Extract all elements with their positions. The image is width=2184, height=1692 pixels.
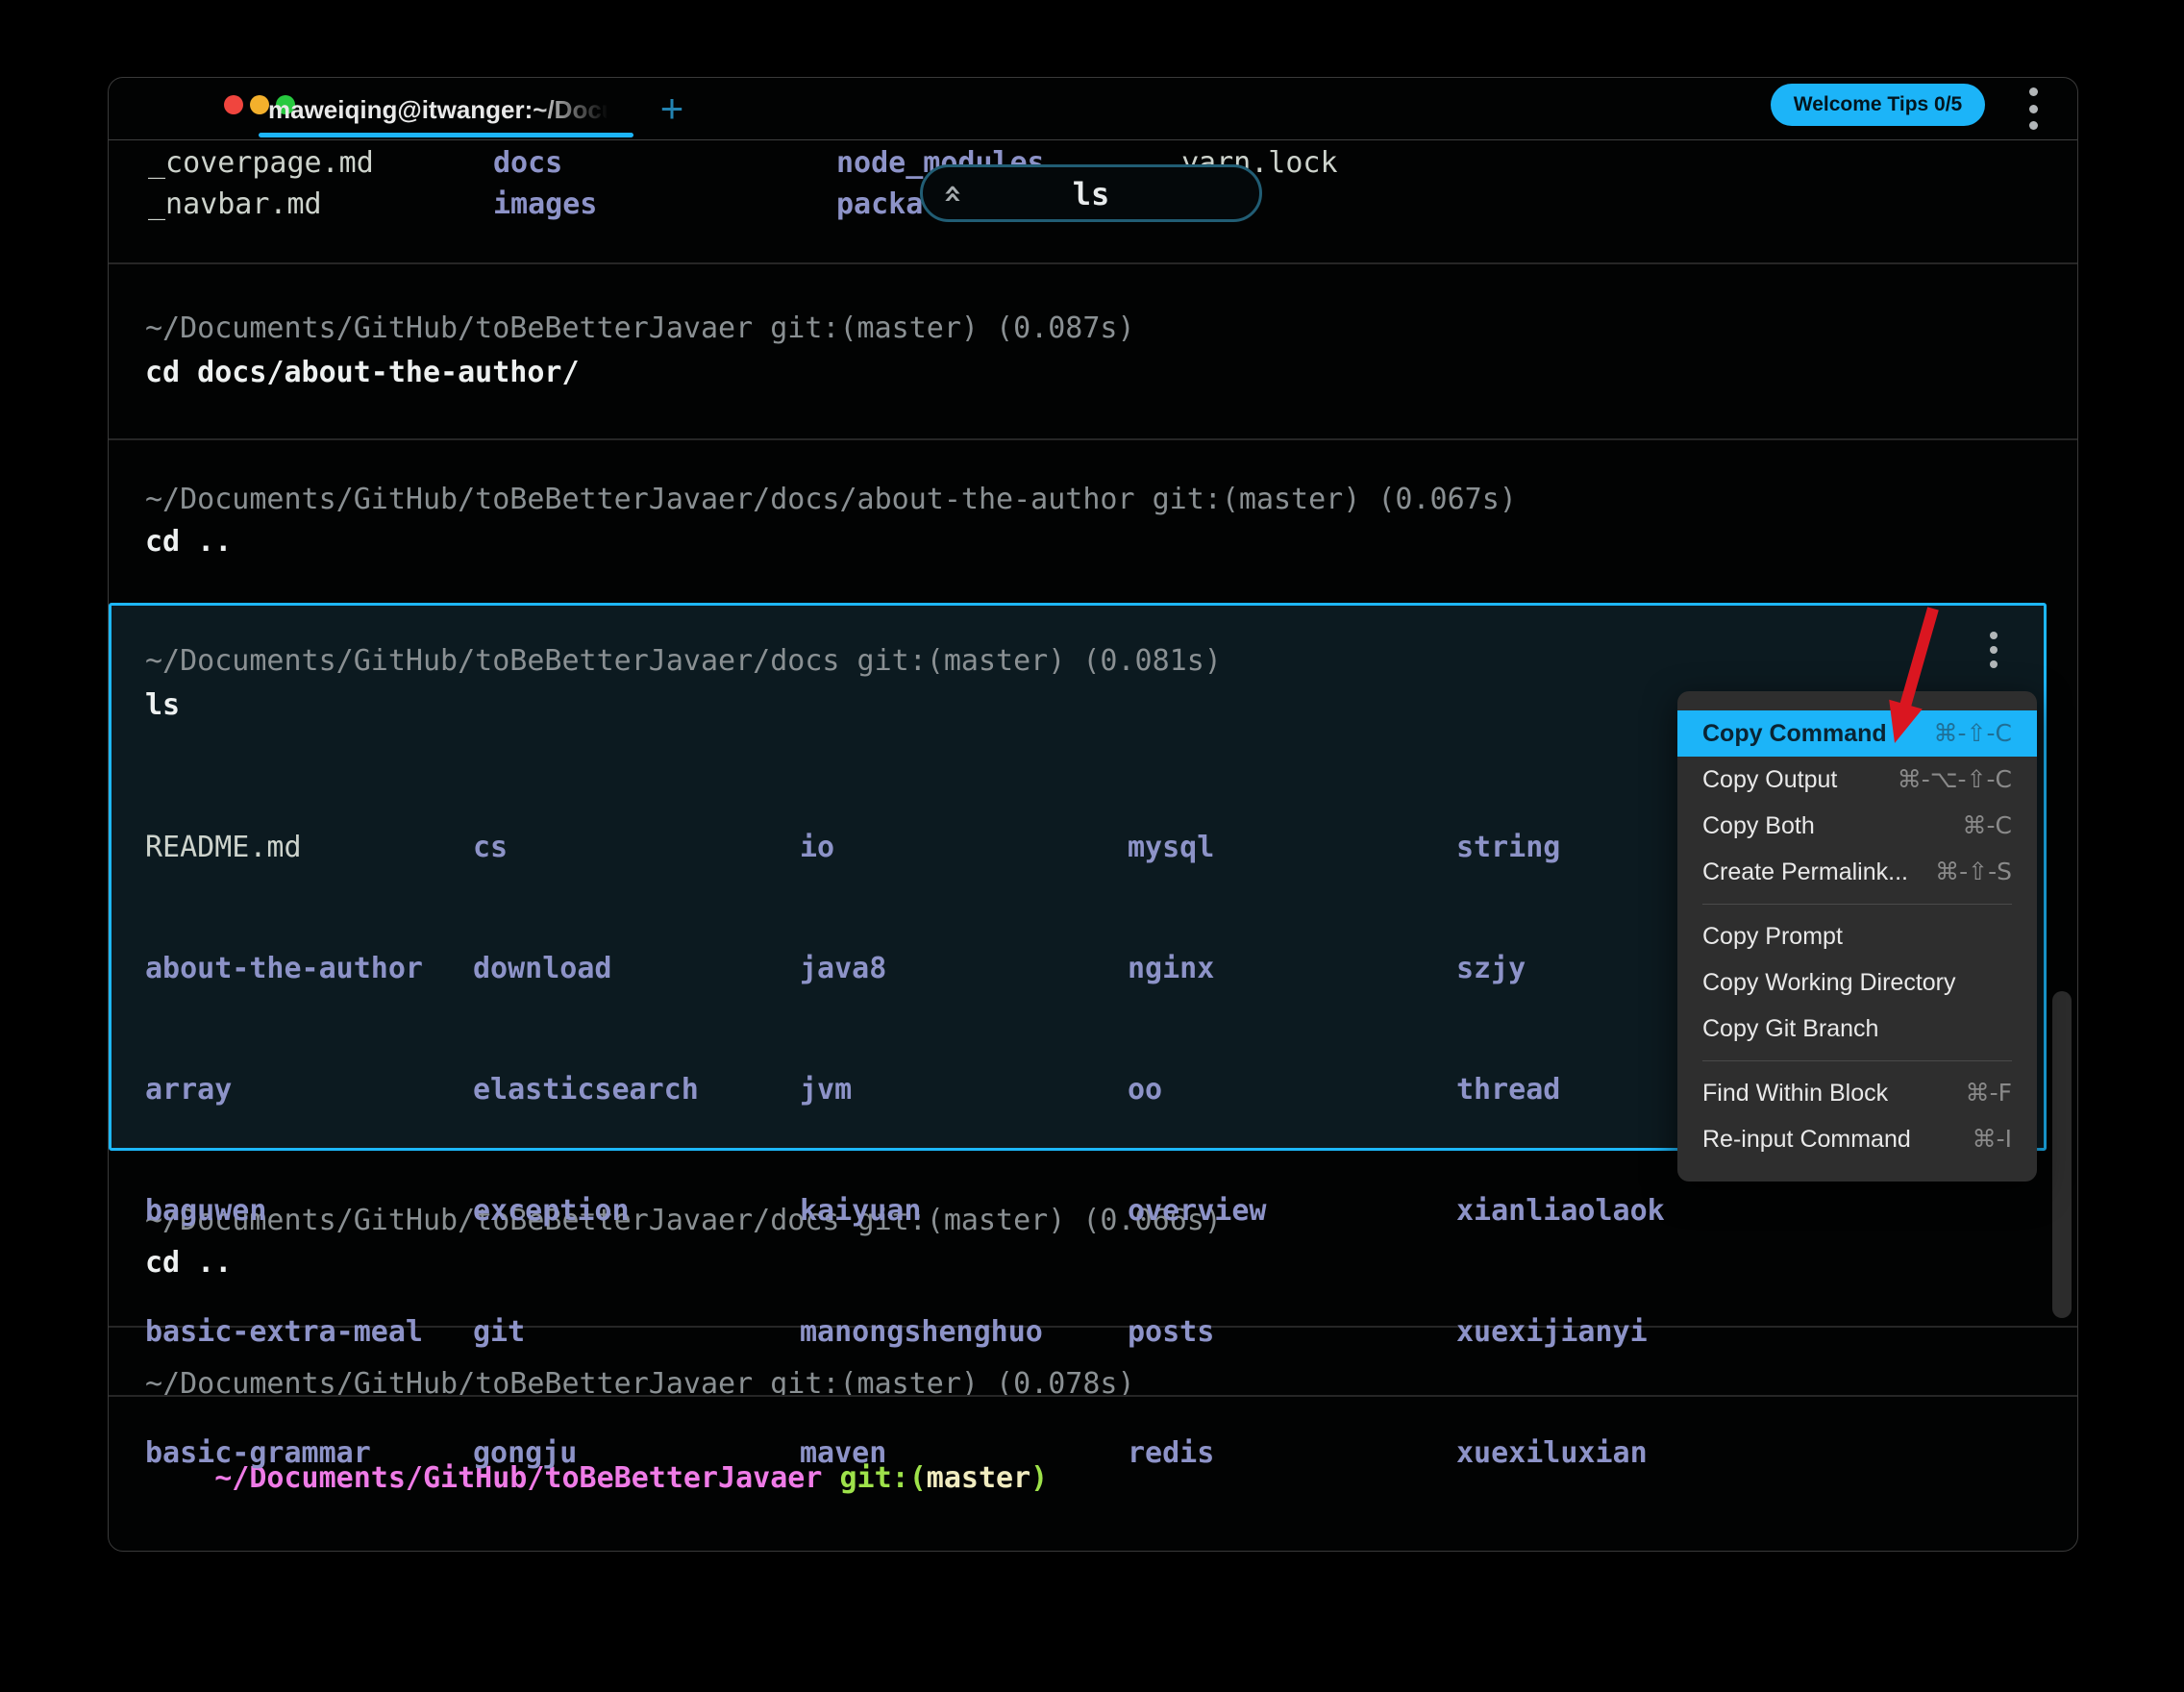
menu-item-label: Copy Command xyxy=(1702,710,1887,757)
ls-entry: nginx xyxy=(1128,949,1302,989)
ls-entry: download xyxy=(473,949,699,989)
ls-entry: overview xyxy=(1128,1191,1302,1232)
command-suggestion-pill[interactable]: « ls xyxy=(920,164,1262,222)
ls-entry: xuexijianyi xyxy=(1456,1312,1665,1353)
ls-entry: oo xyxy=(1128,1070,1302,1110)
ls-column: io java8 jvm kaiyuan manongshenghuo mave… xyxy=(800,747,1043,1552)
ls-entry: jvm xyxy=(800,1070,1043,1110)
menu-item-shortcut: ⌘-F xyxy=(1966,1070,2012,1116)
menu-item-label: Copy Both xyxy=(1702,803,1815,849)
menu-item-shortcut: ⌘-I xyxy=(1973,1116,2012,1162)
ls-entry: _coverpage.md xyxy=(148,143,374,184)
block-command: cd docs/about-the-author/ xyxy=(145,353,580,393)
new-tab-button[interactable]: + xyxy=(653,84,691,134)
ls-entry: basic-grammar xyxy=(145,1433,423,1474)
annotation-arrow-icon xyxy=(1878,597,1955,760)
menu-item-reinput-command[interactable]: Re-input Command ⌘-I xyxy=(1677,1116,2037,1162)
ls-entry: string xyxy=(1456,828,1665,868)
menu-item-copy-output[interactable]: Copy Output ⌘-⌥-⇧-C xyxy=(1677,757,2037,803)
ls-entry: about-the-author xyxy=(145,949,423,989)
menu-divider xyxy=(1702,904,2012,905)
tab-title-fade xyxy=(532,90,608,129)
close-window-button[interactable] xyxy=(224,95,243,114)
ls-entry: images xyxy=(493,185,597,225)
ls-entry: gongju xyxy=(473,1433,699,1474)
menu-item-label: Copy Git Branch xyxy=(1702,1006,1878,1052)
menu-item-find-within-block[interactable]: Find Within Block ⌘-F xyxy=(1677,1070,2037,1116)
ls-column: mysql nginx oo overview posts redis shig… xyxy=(1128,747,1302,1552)
ls-entry: README.md xyxy=(145,828,423,868)
ls-entry: baguwen xyxy=(145,1191,423,1232)
menu-item-copy-both[interactable]: Copy Both ⌘-C xyxy=(1677,803,2037,849)
scrollbar-thumb[interactable] xyxy=(2052,991,2072,1318)
menu-item-label: Find Within Block xyxy=(1702,1070,1888,1116)
ls-entry: packa xyxy=(836,185,923,225)
menu-item-label: Create Permalink... xyxy=(1702,849,1908,895)
ls-entry: maven xyxy=(800,1433,1043,1474)
ls-entry: git xyxy=(473,1312,699,1353)
ls-column: README.md about-the-author array baguwen… xyxy=(145,747,423,1552)
menu-item-label: Copy Working Directory xyxy=(1702,959,1956,1006)
ls-entry: redis xyxy=(1128,1433,1302,1474)
block-command: ls xyxy=(145,685,180,726)
menu-item-create-permalink[interactable]: Create Permalink... ⌘-⇧-S xyxy=(1677,849,2037,895)
block-prompt-header: ~/Documents/GitHub/toBeBetterJavaer git:… xyxy=(145,309,1135,349)
menu-item-label: Re-input Command xyxy=(1702,1116,1911,1162)
menu-item-copy-command[interactable]: Copy Command ⌘-⇧-C xyxy=(1677,710,2037,757)
minimize-window-button[interactable] xyxy=(250,95,269,114)
ls-entry: exception xyxy=(473,1191,699,1232)
ls-entry: manongshenghuo xyxy=(800,1312,1043,1353)
ls-entry: xianliaolaok xyxy=(1456,1191,1665,1232)
ls-entry: thread xyxy=(1456,1070,1665,1110)
ls-entry: _navbar.md xyxy=(148,185,322,225)
welcome-tips-button[interactable]: Welcome Tips 0/5 xyxy=(1771,84,1985,126)
ls-entry: szjy xyxy=(1456,949,1665,989)
ls-entry: elasticsearch xyxy=(473,1070,699,1110)
ls-entry: xuexiluxian xyxy=(1456,1433,1665,1474)
menu-item-copy-git-branch[interactable]: Copy Git Branch xyxy=(1677,1006,2037,1052)
ls-column: string szjy thread xianliaolaok xuexijia… xyxy=(1456,747,1665,1552)
block-options-icon[interactable] xyxy=(1989,632,1998,668)
menu-item-shortcut: ⌘-C xyxy=(1963,803,2012,849)
block-prompt-header: ~/Documents/GitHub/toBeBetterJavaer/docs… xyxy=(145,641,1222,682)
menu-item-label: Copy Output xyxy=(1702,757,1837,803)
pill-command-label: ls xyxy=(923,173,1259,215)
ls-entry: java8 xyxy=(800,949,1043,989)
terminal-window: maweiqing@itwanger:~/Docum + Welcome Tip… xyxy=(108,77,2078,1552)
titlebar: maweiqing@itwanger:~/Docum + Welcome Tip… xyxy=(109,78,2077,140)
ls-entry: docs xyxy=(493,143,562,184)
active-tab-indicator xyxy=(259,133,633,137)
menu-item-copy-working-directory[interactable]: Copy Working Directory xyxy=(1677,959,2037,1006)
block-command: cd .. xyxy=(145,522,232,562)
ls-entry: array xyxy=(145,1070,423,1110)
menu-item-copy-prompt[interactable]: Copy Prompt xyxy=(1677,913,2037,959)
menu-item-shortcut: ⌘-⌥-⇧-C xyxy=(1898,757,2012,803)
ls-entry: mysql xyxy=(1128,828,1302,868)
block-context-menu: Copy Command ⌘-⇧-C Copy Output ⌘-⌥-⇧-C C… xyxy=(1677,691,2037,1182)
ls-entry: posts xyxy=(1128,1312,1302,1353)
block-divider xyxy=(109,262,2077,264)
menu-item-label: Copy Prompt xyxy=(1702,913,1843,959)
menu-item-shortcut: ⌘-⇧-S xyxy=(1935,849,2012,895)
ls-entry: basic-extra-meal xyxy=(145,1312,423,1353)
block-prompt-header: ~/Documents/GitHub/toBeBetterJavaer/docs… xyxy=(145,480,1517,520)
ls-entry: io xyxy=(800,828,1043,868)
ls-entry: kaiyuan xyxy=(800,1191,1043,1232)
block-divider xyxy=(109,438,2077,440)
ls-entry: cs xyxy=(473,828,699,868)
ls-column: cs download elasticsearch exception git … xyxy=(473,747,699,1552)
menu-divider xyxy=(1702,1060,2012,1061)
desktop: { "titlebar": { "tab_title": "maweiqing@… xyxy=(0,0,2184,1692)
window-menu-icon[interactable] xyxy=(2027,87,2039,130)
